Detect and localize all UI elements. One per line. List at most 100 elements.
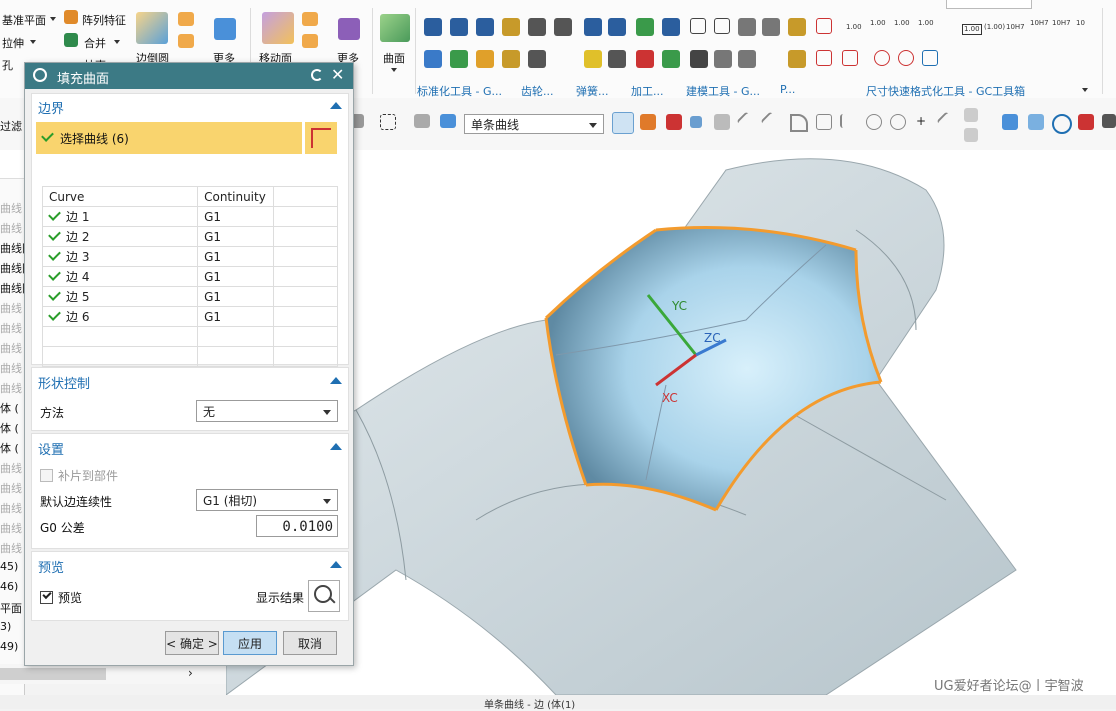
group-p[interactable]: P... (780, 83, 795, 96)
continuity-value[interactable]: G1 (197, 226, 275, 247)
settings-header[interactable]: 设置 (38, 439, 64, 458)
fit-view-icon[interactable] (1002, 114, 1018, 130)
rectangle-icon[interactable] (714, 18, 730, 34)
group-modeling-tools[interactable]: 建模工具 - G... (686, 83, 760, 99)
navigator-item[interactable]: 曲线 (0, 480, 22, 496)
spring-icon[interactable] (584, 18, 602, 36)
chamfer-icon[interactable] (178, 12, 194, 26)
navigator-item[interactable]: 曲线 (0, 340, 22, 356)
group-spring[interactable]: 弹簧... (576, 83, 609, 99)
navigator-item[interactable]: 曲线 (0, 520, 22, 536)
navigator-item[interactable]: 体 ( (0, 440, 19, 456)
dim-format-5[interactable]: 1.00 (962, 24, 982, 35)
navigator-item[interactable]: 曲线网 (0, 260, 24, 276)
table-row[interactable]: 边 2 G1 (41, 226, 338, 247)
navigator-item[interactable]: 49) (0, 640, 18, 653)
navigator-item[interactable]: 曲线 (0, 200, 22, 216)
gear3-icon[interactable] (528, 50, 546, 68)
navigator-item[interactable]: 3) (0, 620, 11, 633)
snap-grid-icon[interactable] (964, 108, 978, 122)
triangle-icon[interactable] (690, 18, 706, 34)
chevron-down-icon[interactable] (114, 40, 120, 44)
filter-label[interactable]: 过滤 (0, 118, 22, 134)
p-tool-icon[interactable] (788, 18, 806, 36)
point-cloud-icon[interactable] (714, 114, 730, 130)
settings-icon[interactable] (1102, 114, 1116, 128)
g0-tolerance-input[interactable]: 0.0100 (256, 515, 338, 537)
curve-icon[interactable] (790, 114, 808, 132)
replace-face-icon[interactable] (302, 34, 318, 48)
shape-control-header[interactable]: 形状控制 (38, 373, 90, 392)
line-icon[interactable] (736, 111, 758, 133)
follow-fillet-icon[interactable] (640, 114, 656, 130)
tangent-icon[interactable] (936, 111, 958, 133)
dimension2-icon[interactable] (816, 50, 832, 66)
spring2-icon[interactable] (608, 18, 626, 36)
chevron-down-icon[interactable] (391, 68, 397, 72)
dim-format-3[interactable]: 1.00 (894, 20, 910, 27)
navigator-item[interactable]: 体 ( (0, 400, 19, 416)
chevron-down-icon[interactable] (50, 17, 56, 21)
arrow-icon[interactable] (690, 116, 702, 128)
quadrant-icon[interactable] (890, 114, 906, 130)
gear-icon[interactable] (528, 18, 546, 36)
std-tool2-icon[interactable] (450, 50, 468, 68)
view-icon[interactable] (1028, 114, 1044, 130)
curve-selector-button[interactable] (304, 122, 337, 154)
apply-button[interactable]: 应用 (223, 631, 277, 655)
chevron-down-icon[interactable] (1082, 88, 1088, 92)
preview-header[interactable]: 预览 (38, 557, 64, 576)
reset-icon[interactable] (311, 69, 323, 81)
select-body-icon[interactable] (414, 114, 430, 128)
dim-format-8[interactable]: 10H7 (1030, 20, 1049, 27)
dimension3-icon[interactable] (842, 50, 858, 66)
dim-format-7[interactable]: 10H7 (1006, 24, 1025, 31)
table-row[interactable]: 边 3 G1 (41, 246, 338, 267)
bolt-icon[interactable] (450, 18, 468, 36)
continuity-value[interactable]: G1 (197, 246, 275, 267)
unite-button[interactable]: 合并 (84, 35, 106, 51)
standard-part-icon[interactable] (424, 18, 442, 36)
chevron-down-icon[interactable] (30, 40, 36, 44)
group-machining[interactable]: 加工... (631, 83, 664, 99)
navigator-item[interactable]: 46) (0, 580, 18, 593)
table-icon[interactable] (762, 18, 780, 36)
diameter-icon[interactable] (874, 50, 890, 66)
intersect-icon[interactable] (840, 114, 856, 128)
model-tool3-icon[interactable] (738, 50, 756, 68)
collapse-icon[interactable] (330, 561, 342, 568)
navigator-item[interactable]: 曲线 (0, 320, 22, 336)
circle-point-icon[interactable] (866, 114, 882, 130)
dim-format-9[interactable]: 10H7 (1052, 20, 1071, 27)
navigator-item[interactable]: 曲线 (0, 460, 22, 476)
navigator-item[interactable]: 曲线 (0, 500, 22, 516)
navigator-item[interactable]: 体 ( (0, 420, 19, 436)
column-curve[interactable]: Curve (41, 186, 199, 207)
default-continuity-dropdown[interactable]: G1 (相切) (196, 489, 338, 511)
navigator-item[interactable]: 45) (0, 560, 18, 573)
continuity-value[interactable]: G1 (197, 286, 275, 307)
navigator-scrollbar[interactable]: › (0, 664, 226, 684)
machining4-icon[interactable] (662, 50, 680, 68)
model-tool-icon[interactable] (690, 50, 708, 68)
sketch-icon[interactable] (738, 18, 756, 36)
plus-icon[interactable]: + (916, 114, 930, 128)
navigator-item[interactable]: 曲线 (0, 220, 22, 236)
dim-format-4[interactable]: 1.00 (918, 20, 934, 27)
undo-format-icon[interactable] (922, 50, 938, 66)
navigator-item[interactable]: 曲线网 (0, 240, 24, 256)
select-curve-row[interactable]: 选择曲线 (6) (36, 122, 302, 154)
ok-button[interactable]: < 确定 > (165, 631, 219, 655)
graphics-window[interactable]: YC ZC XC UG爱好者论坛@丨宇智波 (226, 150, 1116, 695)
continuity-value[interactable]: G1 (197, 266, 275, 287)
dim-format-2[interactable]: 1.00 (870, 20, 886, 27)
column-continuity[interactable]: Continuity (197, 186, 275, 207)
cancel-button[interactable]: 取消 (283, 631, 337, 655)
gear2-icon[interactable] (554, 18, 572, 36)
boundary-header[interactable]: 边界 (38, 98, 64, 117)
group-gear[interactable]: 齿轮... (521, 83, 554, 99)
spline-icon[interactable] (816, 114, 832, 130)
preview-checkbox[interactable] (40, 589, 53, 604)
scrollbar-thumb[interactable] (0, 668, 106, 680)
p-tool2-icon[interactable] (788, 50, 806, 68)
